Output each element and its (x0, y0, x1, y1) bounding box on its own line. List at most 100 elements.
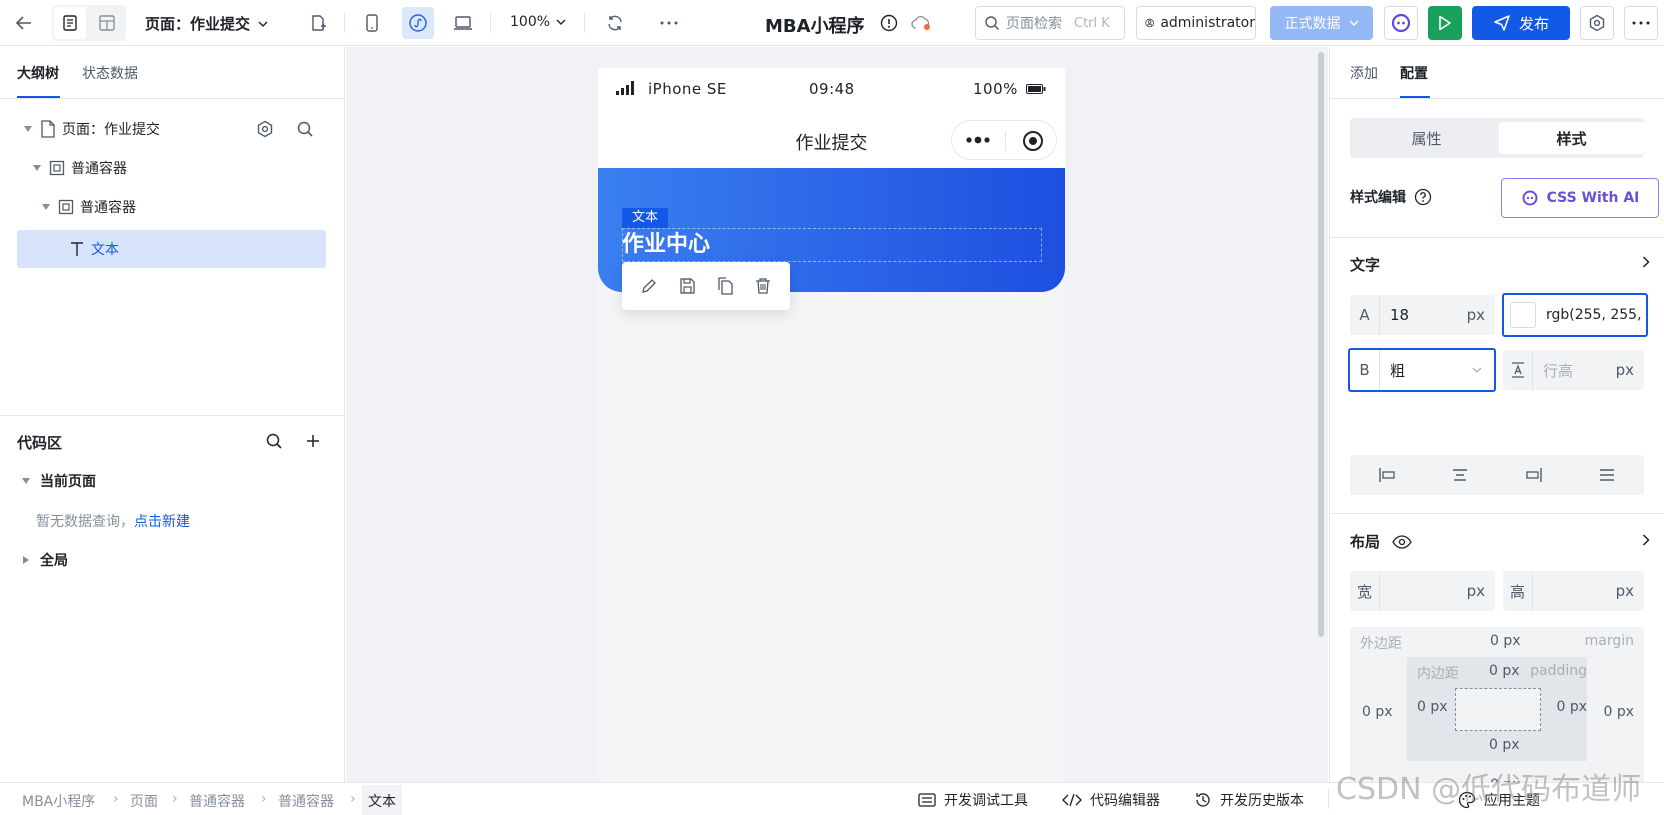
zoom-select[interactable]: 100% (510, 14, 566, 30)
text-icon (71, 242, 83, 256)
global-group[interactable]: 全局 (23, 550, 68, 570)
add-icon[interactable] (305, 433, 321, 449)
breadcrumb-item[interactable]: 普通容器 (278, 791, 334, 811)
segment-style[interactable]: 样式 (1499, 122, 1644, 154)
breadcrumb-item[interactable]: MBA小程序 (22, 791, 95, 811)
segment-props[interactable]: 属性 (1354, 122, 1499, 154)
chevron-right-icon[interactable] (1642, 534, 1650, 546)
run-button[interactable] (1428, 6, 1462, 40)
history-icon (1196, 793, 1210, 807)
container-icon (49, 160, 65, 176)
tab-config[interactable]: 配置 (1400, 63, 1428, 83)
align-center-icon[interactable] (1451, 467, 1469, 483)
chevron-right-icon[interactable] (1642, 256, 1650, 268)
publish-button[interactable]: 发布 (1472, 6, 1570, 40)
padding-bottom-value[interactable]: 0 px (1489, 737, 1520, 753)
margin-en-label: margin (1584, 633, 1634, 649)
help-icon[interactable] (1414, 188, 1432, 206)
margin-top-value[interactable]: 0 px (1490, 633, 1521, 649)
unit-label: px (1466, 582, 1485, 600)
chevron-down-icon (1472, 367, 1482, 373)
hero-title-text[interactable]: 作业中心 (622, 228, 710, 262)
css-ai-button[interactable]: CSS With AI (1501, 178, 1659, 218)
create-query-link[interactable]: 点击新建 (134, 514, 190, 530)
breadcrumb-separator: › (172, 791, 178, 807)
tree-node-label: 文本 (91, 242, 119, 258)
code-icon (1062, 793, 1082, 807)
css-ai-label: CSS With AI (1546, 190, 1640, 206)
tree-node-page[interactable]: 页面：作业提交 (0, 110, 345, 148)
settings-icon[interactable] (256, 120, 274, 138)
search-icon[interactable] (265, 432, 283, 450)
refresh-icon[interactable] (599, 7, 631, 39)
divider (490, 13, 491, 33)
capsule-menu[interactable] (951, 120, 1057, 160)
search-placeholder: 页面检索 (1006, 16, 1062, 32)
info-icon[interactable] (873, 7, 905, 39)
height-field[interactable]: 高 px (1503, 571, 1644, 611)
settings-icon[interactable] (1580, 6, 1614, 40)
padding-left-value[interactable]: 0 px (1417, 699, 1448, 715)
code-area-title: 代码区 (17, 434, 63, 452)
padding-right-value[interactable]: 0 px (1556, 699, 1587, 715)
font-color-field[interactable]: rgb(255, 255, (1502, 293, 1648, 337)
align-right-icon[interactable] (1525, 467, 1543, 483)
breadcrumb-item[interactable]: 页面 (130, 791, 158, 811)
breadcrumb-current[interactable]: 文本 (362, 785, 402, 815)
tree-node-text-selected[interactable]: 文本 (17, 230, 326, 268)
more-icon[interactable] (653, 7, 685, 39)
mobile-preview-icon[interactable] (356, 7, 388, 39)
delete-icon[interactable] (754, 277, 772, 295)
copy-icon[interactable] (716, 277, 734, 295)
font-size-field[interactable]: A 18 px (1350, 295, 1495, 335)
save-icon[interactable] (678, 277, 696, 295)
align-left-icon[interactable] (1378, 467, 1396, 483)
padding-label: 内边距 (1417, 666, 1459, 682)
line-height-field[interactable]: 行高 px (1503, 350, 1644, 390)
current-page-group[interactable]: 当前页面 (22, 471, 96, 491)
tab-outline[interactable]: 大纲树 (17, 63, 59, 83)
eye-icon[interactable] (1392, 534, 1412, 549)
text-align-group (1350, 455, 1644, 495)
close-target-icon (1023, 131, 1043, 151)
tab-underline (17, 96, 60, 98)
style-edit-row: 样式编辑 (1350, 187, 1432, 207)
user-menu[interactable]: administrator (1136, 6, 1256, 40)
font-weight-select[interactable]: B 粗 (1348, 348, 1496, 392)
margin-right-value[interactable]: 0 px (1603, 704, 1634, 720)
width-field[interactable]: 宽 px (1350, 571, 1495, 611)
miniprogram-preview-icon[interactable] (402, 7, 434, 39)
more-menu-icon[interactable] (1624, 6, 1658, 40)
color-swatch[interactable] (1510, 302, 1536, 328)
desktop-preview-icon[interactable] (447, 7, 479, 39)
tree-node-container[interactable]: 普通容器 (0, 149, 345, 187)
layout-view-icon[interactable] (91, 7, 123, 39)
page-selector[interactable]: 页面：作业提交 (145, 13, 268, 34)
edit-icon[interactable] (640, 277, 658, 295)
align-justify-icon[interactable] (1598, 467, 1616, 483)
breadcrumb-item[interactable]: 普通容器 (189, 791, 245, 811)
tree-node-label: 页面：作业提交 (62, 122, 160, 138)
zoom-value: 100% (510, 14, 551, 30)
back-arrow-icon[interactable] (8, 7, 40, 39)
dev-tools-button[interactable]: 开发调试工具 (918, 790, 1028, 810)
code-editor-button[interactable]: 代码编辑器 (1062, 790, 1160, 810)
page-search-input[interactable]: 页面检索 Ctrl K (975, 6, 1125, 40)
history-button[interactable]: 开发历史版本 (1194, 790, 1304, 810)
search-icon[interactable] (296, 120, 314, 138)
data-env-select[interactable]: 正式数据 (1270, 6, 1373, 40)
tree-node-container[interactable]: 普通容器 (0, 188, 345, 226)
search-icon (985, 16, 1000, 31)
ai-assistant-icon[interactable] (1384, 6, 1418, 40)
tree-node-label: 普通容器 (80, 200, 136, 216)
margin-left-value[interactable]: 0 px (1362, 704, 1393, 720)
canvas-scrollbar[interactable] (1318, 52, 1324, 637)
left-tabs: 大纲树 状态数据 (0, 47, 345, 99)
chevron-down-icon (556, 19, 566, 25)
page-view-icon[interactable] (54, 7, 86, 39)
tab-add[interactable]: 添加 (1350, 63, 1378, 83)
cloud-sync-icon[interactable] (905, 7, 937, 39)
new-page-icon[interactable] (302, 7, 334, 39)
tab-state-data[interactable]: 状态数据 (82, 63, 138, 83)
padding-top-value[interactable]: 0 px (1489, 663, 1520, 679)
